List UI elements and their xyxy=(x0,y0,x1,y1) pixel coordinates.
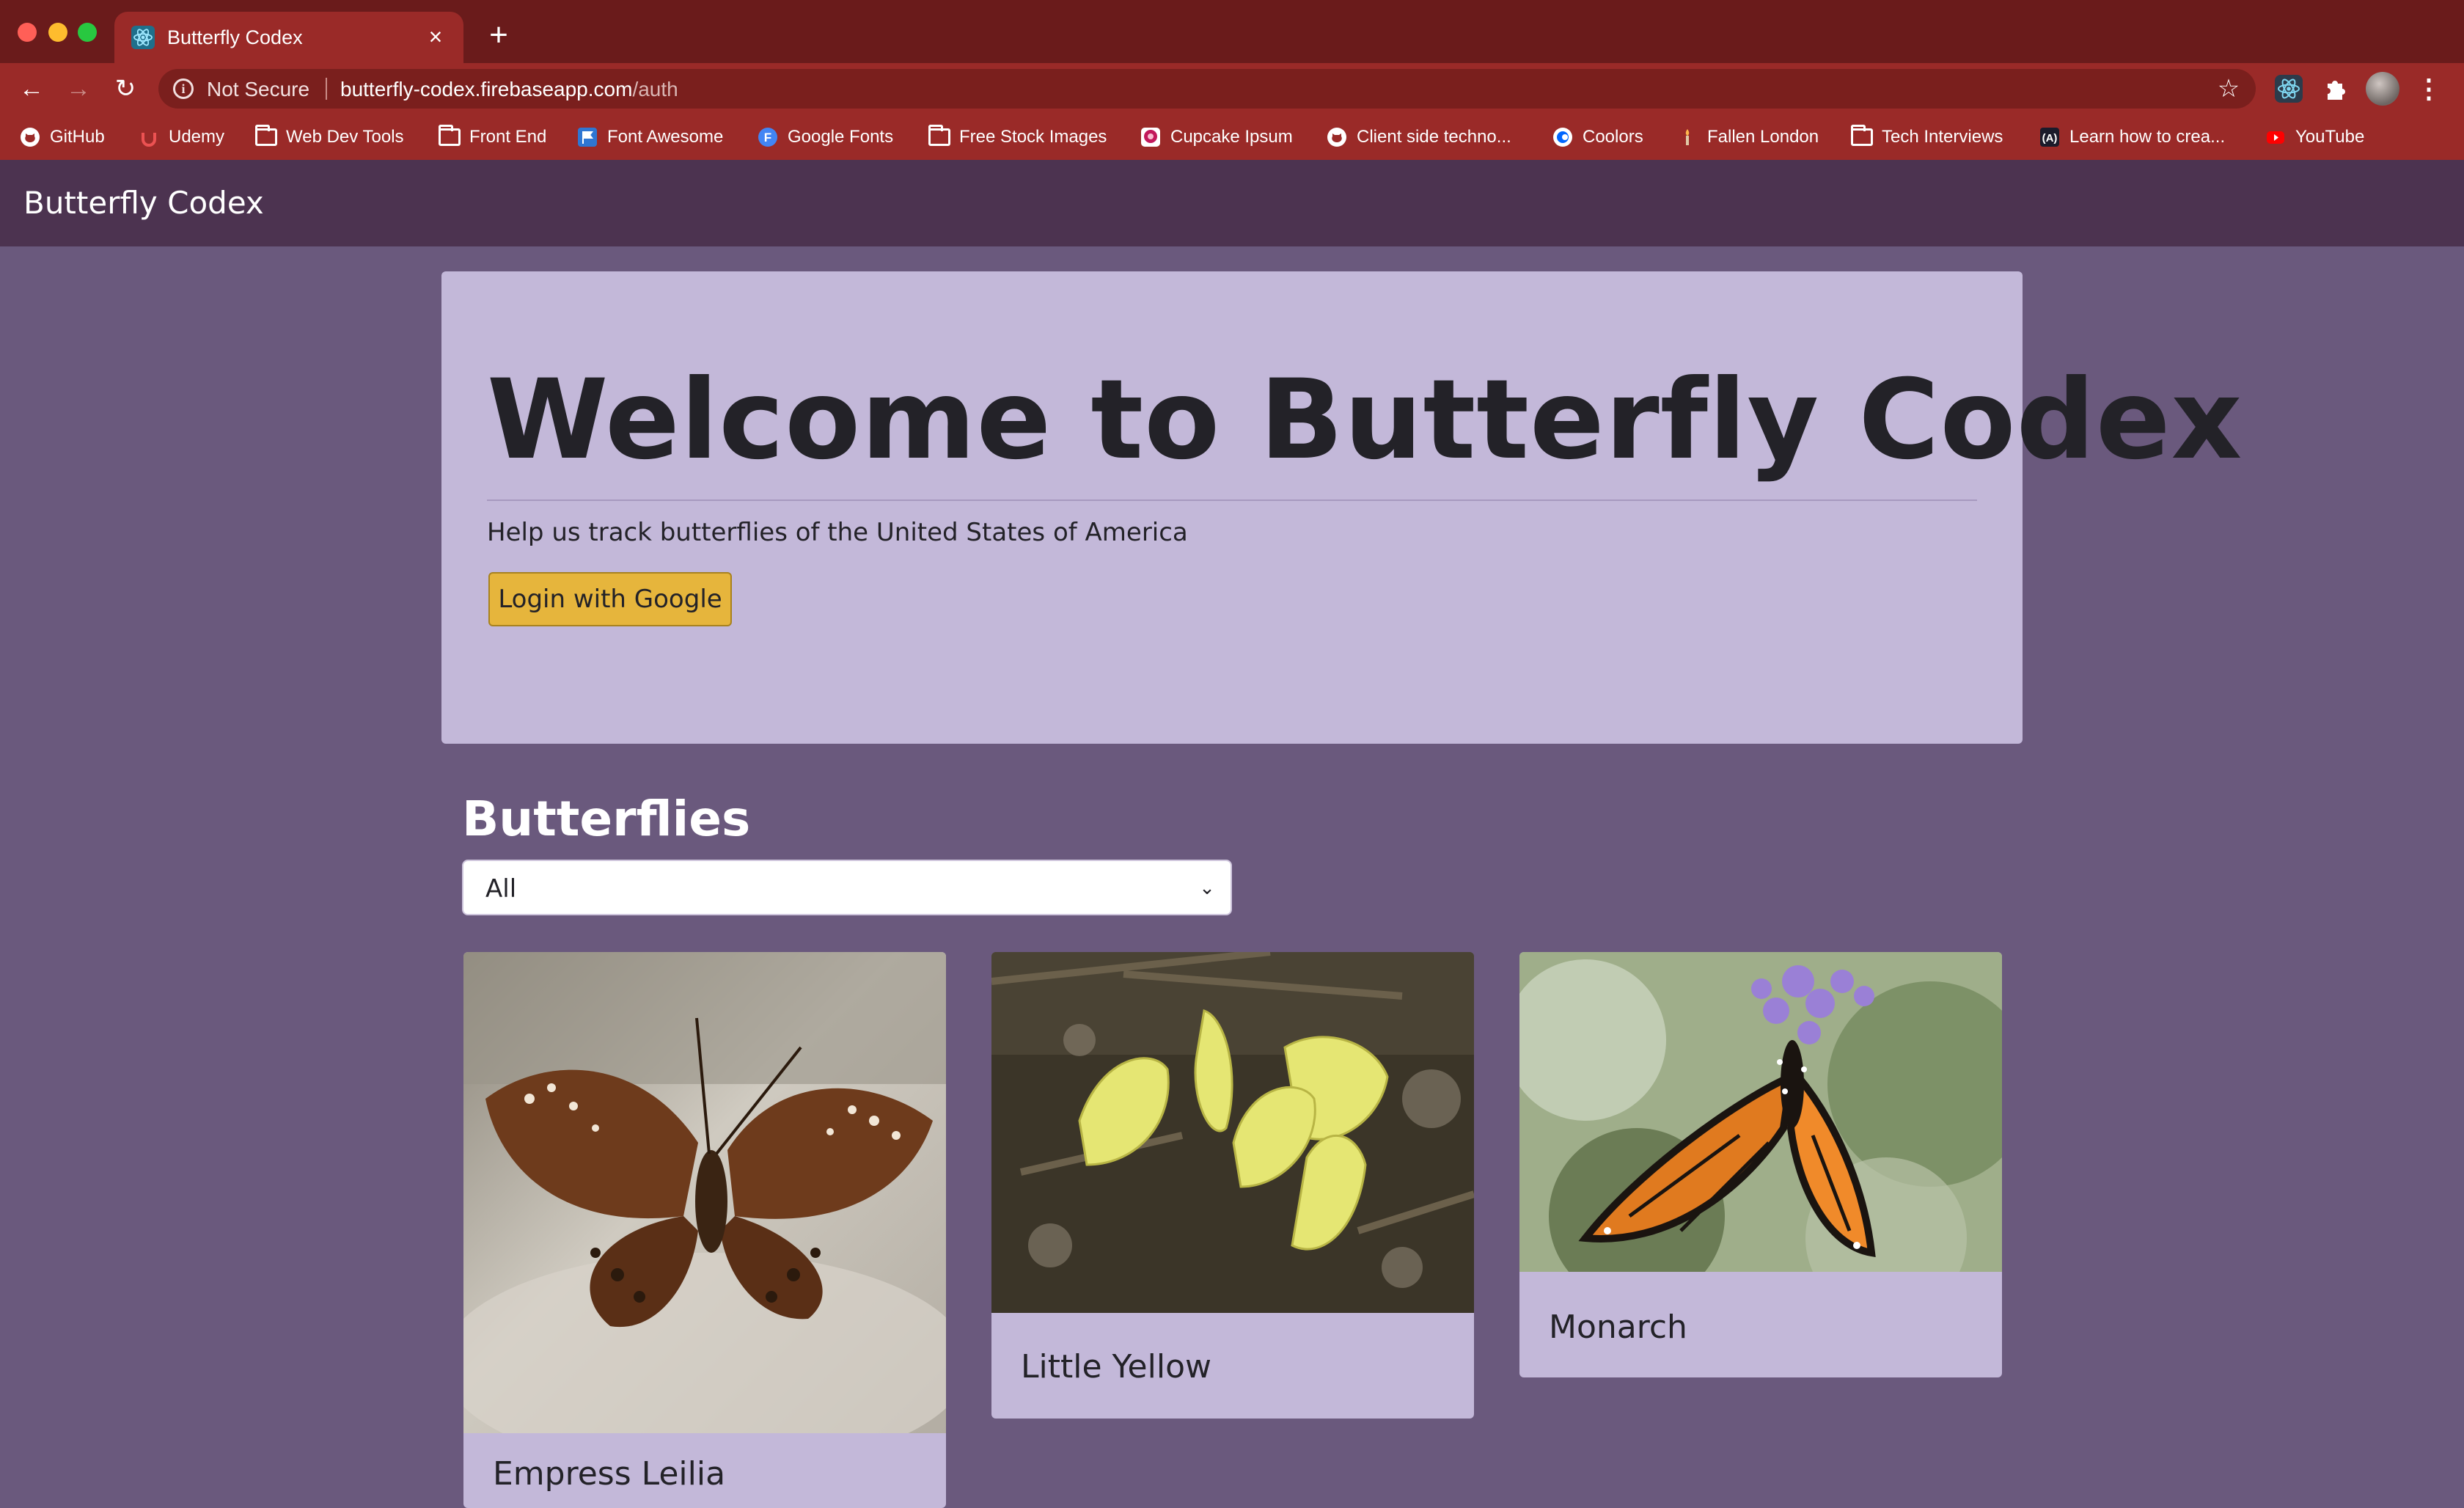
bookmark-label: Tech Interviews xyxy=(1882,127,2003,147)
tab-close-icon[interactable]: × xyxy=(421,22,450,51)
chevron-down-icon: ⌄ xyxy=(1199,876,1215,898)
butterfly-card-little-yellow[interactable]: Little Yellow xyxy=(991,952,1474,1419)
butterfly-card-monarch[interactable]: Monarch xyxy=(1519,952,2002,1377)
bookmark-fallen-london[interactable]: Fallen London xyxy=(1676,125,1819,150)
github-icon xyxy=(21,128,40,147)
bookmark-label: GitHub xyxy=(50,127,105,147)
bookmark-coolors[interactable]: Coolors xyxy=(1552,125,1643,150)
security-status[interactable]: Not Secure xyxy=(207,78,309,101)
back-arrow-icon[interactable]: ← xyxy=(15,72,48,106)
bookmark-label: Google Fonts xyxy=(788,127,894,147)
butterfly-card-empress-leilia[interactable]: Empress Leilia xyxy=(463,952,946,1508)
bookmark-font-awesome[interactable]: Font Awesome xyxy=(576,125,723,150)
reload-icon[interactable]: ↻ xyxy=(109,72,142,106)
bookmark-google-fonts[interactable]: F Google Fonts xyxy=(757,125,893,150)
tab-title: Butterfly Codex xyxy=(167,26,303,48)
filter-selected-value: All xyxy=(485,874,517,904)
app-brand-link[interactable]: Butterfly Codex xyxy=(23,185,264,221)
app-navbar: Butterfly Codex xyxy=(0,160,2464,246)
folder-icon xyxy=(1851,125,1873,146)
folder-icon xyxy=(439,125,461,146)
bookmark-web-dev-tools[interactable]: Web Dev Tools xyxy=(255,125,404,150)
coolors-icon xyxy=(1553,128,1572,147)
bookmark-star-icon[interactable]: ☆ xyxy=(2215,75,2243,103)
cupcake-icon xyxy=(1141,128,1160,147)
font-awesome-icon xyxy=(578,128,597,147)
bookmarks-bar: GitHub Udemy Web Dev Tools Front End Fon… xyxy=(0,114,2464,160)
udemy-icon xyxy=(142,133,156,147)
github-icon xyxy=(1327,128,1346,147)
url-host: butterfly-codex.firebaseapp.com xyxy=(340,78,633,100)
butterfly-photo-empress-leilia xyxy=(463,952,946,1433)
url-path: /auth xyxy=(632,78,678,100)
folder-icon xyxy=(928,125,950,146)
bookmark-front-end[interactable]: Front End xyxy=(439,125,546,150)
google-fonts-icon: F xyxy=(758,128,777,147)
address-bar[interactable]: i Not Secure butterfly-codex.firebaseapp… xyxy=(158,69,2256,109)
extensions-puzzle-icon[interactable] xyxy=(2320,73,2351,104)
bookmark-label: Udemy xyxy=(169,127,225,147)
card-title: Empress Leilia xyxy=(493,1455,726,1493)
profile-avatar[interactable] xyxy=(2366,72,2399,106)
forward-arrow-icon[interactable]: → xyxy=(62,72,95,106)
bookmark-free-stock-images[interactable]: Free Stock Images xyxy=(928,125,1107,150)
youtube-icon xyxy=(2267,131,2284,144)
butterfly-filter-select[interactable]: All ⌄ xyxy=(462,860,1232,915)
browser-menu-icon[interactable]: ⋮ xyxy=(2414,72,2443,106)
bookmark-label: Client side techno... xyxy=(1357,127,1511,147)
welcome-jumbotron: Welcome to Butterfly Codex Help us track… xyxy=(441,271,2242,744)
window-minimize-button[interactable] xyxy=(48,23,67,42)
window-close-button[interactable] xyxy=(18,23,37,42)
svg-text:(A): (A) xyxy=(2042,132,2058,144)
address-separator xyxy=(326,78,327,100)
bookmark-tech-interviews[interactable]: Tech Interviews xyxy=(1851,125,2003,150)
page-subtitle: Help us track butterflies of the United … xyxy=(487,518,1188,547)
butterflies-heading: Butterflies xyxy=(462,791,751,847)
butterfly-photo-monarch xyxy=(1519,952,2002,1272)
site-info-icon[interactable]: i xyxy=(173,78,194,99)
bookmark-learn-how-to-crea[interactable]: (A) Learn how to crea... xyxy=(2039,125,2225,150)
bookmark-label: Free Stock Images xyxy=(959,127,1107,147)
card-title: Monarch xyxy=(1549,1308,1687,1346)
angular-icon: (A) xyxy=(2040,128,2059,147)
browser-toolbar: ← → ↻ i Not Secure butterfly-codex.fireb… xyxy=(0,63,2464,114)
bookmark-udemy[interactable]: Udemy xyxy=(138,125,224,150)
candle-icon xyxy=(1685,129,1690,145)
bookmark-client-side-techno[interactable]: Client side techno... xyxy=(1326,125,1511,150)
bookmark-label: Cupcake Ipsum xyxy=(1170,127,1293,147)
bookmark-label: Learn how to crea... xyxy=(2069,127,2226,147)
new-tab-button[interactable]: + xyxy=(484,19,513,51)
window-zoom-button[interactable] xyxy=(78,23,97,42)
bookmark-label: Fallen London xyxy=(1707,127,1819,147)
bookmark-label: Coolors xyxy=(1583,127,1643,147)
bookmark-label: Web Dev Tools xyxy=(286,127,404,147)
bookmark-cupcake-ipsum[interactable]: Cupcake Ipsum xyxy=(1140,125,1293,150)
page-title: Welcome to Butterfly Codex xyxy=(487,356,2243,484)
card-title: Little Yellow xyxy=(1021,1348,1211,1386)
react-favicon-icon xyxy=(131,26,155,49)
bookmark-label: Font Awesome xyxy=(607,127,724,147)
folder-icon xyxy=(255,125,277,146)
react-devtools-icon[interactable] xyxy=(2273,73,2304,104)
butterfly-photo-little-yellow xyxy=(991,952,1474,1313)
bookmark-youtube[interactable]: YouTube xyxy=(2265,125,2364,150)
divider xyxy=(487,499,1977,501)
bookmark-github[interactable]: GitHub xyxy=(19,125,105,150)
browser-tab-strip: Butterfly Codex × + xyxy=(0,0,2464,63)
bookmark-label: YouTube xyxy=(2295,127,2365,147)
browser-tab-active[interactable]: Butterfly Codex × xyxy=(114,12,463,63)
svg-text:F: F xyxy=(764,131,771,144)
login-with-google-button[interactable]: Login with Google xyxy=(488,572,732,626)
url-text[interactable]: butterfly-codex.firebaseapp.com/auth xyxy=(340,78,678,101)
bookmark-label: Front End xyxy=(469,127,547,147)
